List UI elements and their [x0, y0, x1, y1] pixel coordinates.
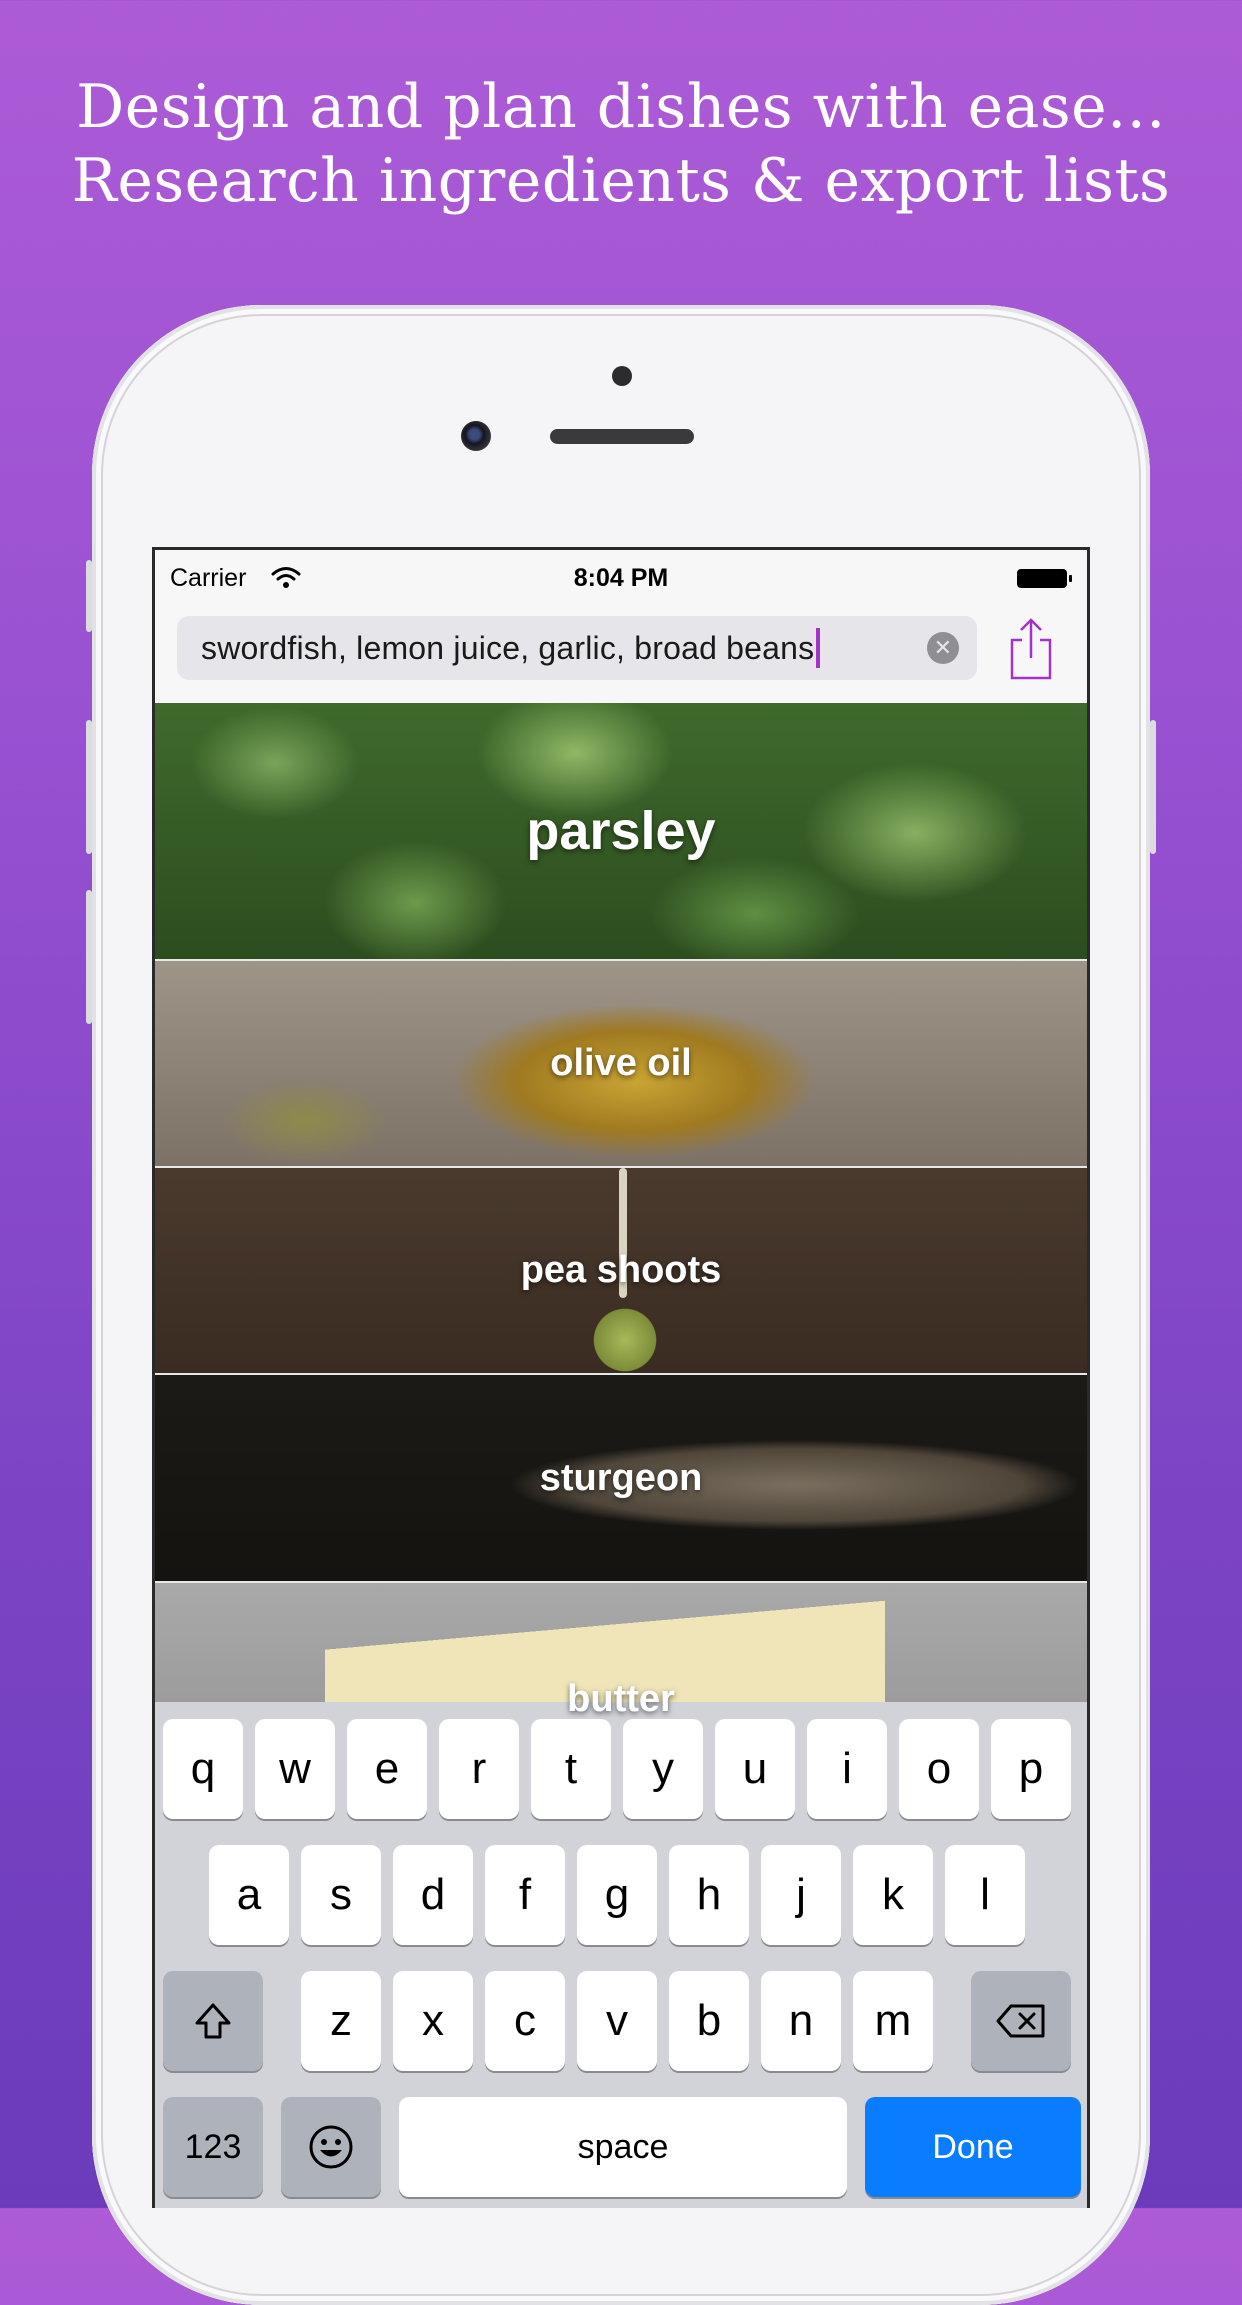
key-v[interactable]: v: [577, 1971, 657, 2071]
ingredient-label: butter: [567, 1678, 675, 1720]
key-g[interactable]: g: [577, 1845, 657, 1945]
phone-power-button: [1150, 720, 1156, 854]
key-j[interactable]: j: [761, 1845, 841, 1945]
search-input-text[interactable]: swordfish, lemon juice, garlic, broad be…: [201, 630, 814, 667]
key-o[interactable]: o: [899, 1719, 979, 1819]
phone-volume-up: [86, 720, 92, 854]
headline-line-2: Research ingredients & export lists: [71, 146, 1171, 216]
status-bar: Carrier 8:04 PM: [155, 550, 1087, 610]
key-d[interactable]: d: [393, 1845, 473, 1945]
emoji-icon: [309, 2125, 353, 2169]
ingredient-list: parsley olive oil pea shoots sturgeon bu…: [155, 703, 1087, 1725]
headline-line-1: Design and plan dishes with ease...: [76, 72, 1166, 142]
key-p[interactable]: p: [991, 1719, 1071, 1819]
phone-mute-switch: [86, 560, 92, 632]
key-h[interactable]: h: [669, 1845, 749, 1945]
key-y[interactable]: y: [623, 1719, 703, 1819]
key-w[interactable]: w: [255, 1719, 335, 1819]
emoji-key[interactable]: [281, 2097, 381, 2197]
ingredient-label: parsley: [526, 801, 716, 861]
key-z[interactable]: z: [301, 1971, 381, 2071]
key-e[interactable]: e: [347, 1719, 427, 1819]
backspace-key[interactable]: [971, 1971, 1071, 2071]
status-time: 8:04 PM: [573, 564, 669, 592]
ingredient-row-sturgeon[interactable]: sturgeon: [155, 1375, 1087, 1583]
key-q[interactable]: q: [163, 1719, 243, 1819]
key-b[interactable]: b: [669, 1971, 749, 2071]
navigation-bar: swordfish, lemon juice, garlic, broad be…: [155, 610, 1087, 704]
numbers-key[interactable]: 123: [163, 2097, 263, 2197]
ingredient-label: olive oil: [550, 1042, 692, 1084]
shift-icon: [195, 2003, 231, 2039]
key-k[interactable]: k: [853, 1845, 933, 1945]
ingredient-row-pea-shoots[interactable]: pea shoots: [155, 1168, 1087, 1375]
key-i[interactable]: i: [807, 1719, 887, 1819]
battery-icon: [1017, 569, 1072, 588]
key-u[interactable]: u: [715, 1719, 795, 1819]
text-cursor: [816, 628, 821, 668]
earpiece-speaker: [550, 429, 694, 444]
share-icon[interactable]: [1007, 616, 1055, 682]
phone-volume-down: [86, 890, 92, 1024]
proximity-sensor: [612, 366, 632, 386]
key-l[interactable]: l: [945, 1845, 1025, 1945]
clear-icon[interactable]: ✕: [927, 632, 959, 664]
key-c[interactable]: c: [485, 1971, 565, 2071]
phone-screen: Carrier 8:04 PM swordfish, lemon juice, …: [152, 547, 1090, 2208]
backspace-icon: [996, 2004, 1045, 2038]
ingredient-row-olive-oil[interactable]: olive oil: [155, 961, 1087, 1168]
key-a[interactable]: a: [209, 1845, 289, 1945]
ingredient-label: sturgeon: [539, 1456, 703, 1499]
key-r[interactable]: r: [439, 1719, 519, 1819]
done-key[interactable]: Done: [865, 2097, 1081, 2197]
headline: Design and plan dishes with ease... Rese…: [0, 70, 1242, 218]
ingredient-label: pea shoots: [520, 1249, 722, 1291]
key-t[interactable]: t: [531, 1719, 611, 1819]
ingredient-search-field[interactable]: swordfish, lemon juice, garlic, broad be…: [177, 616, 977, 680]
key-f[interactable]: f: [485, 1845, 565, 1945]
ingredient-row-parsley[interactable]: parsley: [155, 703, 1087, 961]
space-key[interactable]: space: [399, 2097, 847, 2197]
key-m[interactable]: m: [853, 1971, 933, 2071]
key-s[interactable]: s: [301, 1845, 381, 1945]
shift-key[interactable]: [163, 1971, 263, 2071]
front-camera: [461, 421, 491, 451]
key-x[interactable]: x: [393, 1971, 473, 2071]
key-n[interactable]: n: [761, 1971, 841, 2071]
keyboard: q w e r t y u i o p a s d f g h j k l z …: [155, 1702, 1087, 2208]
